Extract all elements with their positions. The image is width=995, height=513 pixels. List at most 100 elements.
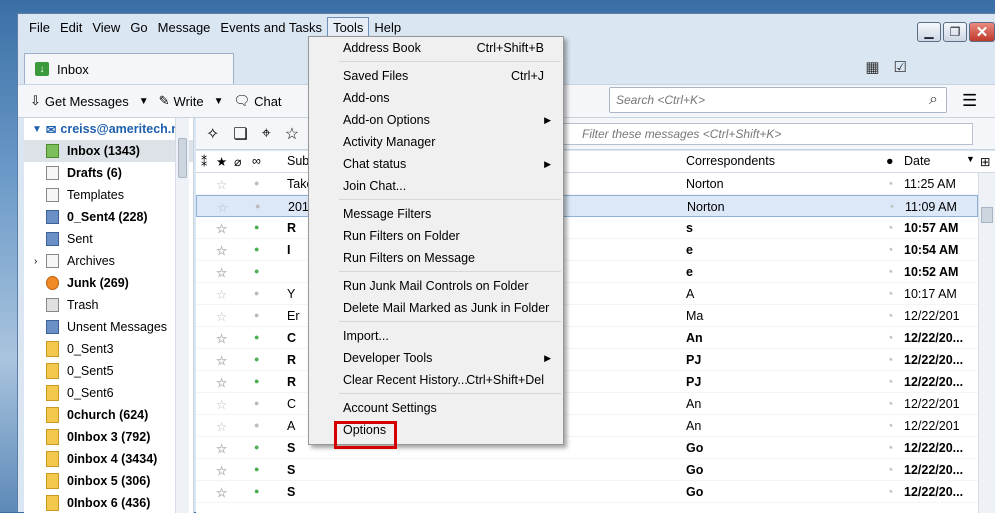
read-status-icon[interactable]: ● — [254, 354, 259, 364]
star-icon[interactable]: ☆ — [216, 287, 227, 302]
close-button[interactable]: ✕ — [969, 22, 995, 42]
junk-status-icon[interactable]: ◔ — [886, 177, 894, 191]
pin-icon[interactable]: ✧ — [206, 124, 219, 144]
folder-item[interactable]: 0_Sent3 — [24, 338, 193, 360]
star-icon[interactable]: ☆ — [216, 309, 227, 324]
read-status-icon[interactable]: ● — [254, 244, 259, 254]
star-icon[interactable]: ☆ — [216, 265, 227, 280]
star-icon[interactable]: ☆ — [216, 243, 227, 258]
star-filter-icon[interactable]: ☆ — [285, 124, 299, 144]
tasks-icon[interactable]: ☑ — [894, 58, 907, 76]
menu-item-delete-mail-marked-as-junk-in-folder[interactable]: Delete Mail Marked as Junk in Folder — [309, 297, 563, 319]
star-icon[interactable]: ☆ — [216, 485, 227, 500]
read-column-icon[interactable]: ∞ — [252, 154, 261, 168]
date-column-header[interactable]: Date — [904, 154, 930, 168]
thread-column-icon[interactable]: ⁑ — [201, 154, 207, 169]
star-column-icon[interactable]: ★ — [216, 154, 227, 169]
search-icon[interactable]: ⌕ — [929, 91, 938, 109]
read-status-icon[interactable]: ● — [254, 310, 259, 320]
read-status-icon[interactable]: ● — [254, 464, 259, 474]
read-status-icon[interactable]: ● — [254, 420, 259, 430]
menu-go[interactable]: Go — [125, 18, 152, 37]
menu-item-clear-recent-history[interactable]: Clear Recent History... Ctrl+Shift+Del — [309, 369, 563, 391]
star-icon[interactable]: ☆ — [216, 397, 227, 412]
junk-status-icon[interactable]: ◔ — [886, 463, 894, 477]
folder-item[interactable]: 0_Sent4 (228) — [24, 206, 193, 228]
folder-item[interactable]: 0church (624) — [24, 404, 193, 426]
star-icon[interactable]: ☆ — [216, 221, 227, 236]
menu-item-run-filters-on-message[interactable]: Run Filters on Message — [309, 247, 563, 269]
junk-status-icon[interactable]: ◔ — [886, 265, 894, 279]
menu-events-and-tasks[interactable]: Events and Tasks — [215, 18, 327, 37]
menu-item-activity-manager[interactable]: Activity Manager — [309, 131, 563, 153]
get-messages-button[interactable]: ⇩ Get Messages — [30, 93, 129, 109]
bookmark-icon[interactable]: ⌖ — [262, 125, 271, 143]
junk-status-icon[interactable]: ◔ — [886, 353, 894, 367]
menu-item-chat-status[interactable]: Chat status ▶ — [309, 153, 563, 175]
folder-item[interactable]: Unsent Messages — [24, 316, 193, 338]
junk-status-icon[interactable]: ◔ — [886, 331, 894, 345]
star-icon[interactable]: ☆ — [216, 353, 227, 368]
star-icon[interactable]: ☆ — [216, 419, 227, 434]
search-input[interactable]: Search <Ctrl+K> ⌕ — [609, 87, 947, 113]
read-status-icon[interactable]: ● — [254, 266, 259, 276]
column-picker-icon[interactable]: ⊞ — [980, 154, 990, 169]
star-icon[interactable]: ☆ — [217, 200, 228, 215]
folder-item[interactable]: Junk (269) — [24, 272, 193, 294]
write-dropdown[interactable]: ▼ — [214, 96, 224, 107]
attachment-column-icon[interactable]: ⌀ — [234, 154, 242, 169]
folder-item[interactable]: 0inbox 4 (3434) — [24, 448, 193, 470]
expand-icon[interactable]: › — [34, 256, 37, 267]
maximize-button[interactable]: ❐ — [943, 22, 967, 42]
folder-item[interactable]: 0_Sent5 — [24, 360, 193, 382]
write-button[interactable]: ✎ Write — [159, 93, 204, 109]
folder-item[interactable]: › Archives — [24, 250, 193, 272]
menu-item-join-chat[interactable]: Join Chat... — [309, 175, 563, 197]
scroll-thumb[interactable] — [178, 138, 187, 178]
junk-status-icon[interactable]: ◔ — [886, 485, 894, 499]
menu-tools[interactable]: Tools — [327, 16, 370, 38]
chat-button[interactable]: 🗨 Chat — [234, 93, 282, 109]
calendar-icon[interactable]: ▦ — [865, 58, 879, 76]
read-status-icon[interactable]: ● — [254, 442, 259, 452]
menu-edit[interactable]: Edit — [55, 18, 87, 37]
folder-scrollbar[interactable] — [175, 118, 189, 513]
star-icon[interactable]: ☆ — [216, 375, 227, 390]
menu-item-message-filters[interactable]: Message Filters — [309, 203, 563, 225]
menu-file[interactable]: File — [24, 18, 55, 37]
star-icon[interactable]: ☆ — [216, 331, 227, 346]
menu-item-add-on-options[interactable]: Add-on Options ▶ — [309, 109, 563, 131]
junk-status-icon[interactable]: ◔ — [886, 397, 894, 411]
menu-item-saved-files[interactable]: Saved Files Ctrl+J — [309, 65, 563, 87]
read-status-icon[interactable]: ● — [254, 332, 259, 342]
folder-item[interactable]: 0_Sent6 — [24, 382, 193, 404]
menu-item-address-book[interactable]: Address Book Ctrl+Shift+B — [309, 37, 563, 59]
star-icon[interactable]: ☆ — [216, 441, 227, 456]
star-icon[interactable]: ☆ — [216, 177, 227, 192]
junk-status-icon[interactable]: ◔ — [886, 419, 894, 433]
junk-status-icon[interactable]: ◔ — [886, 221, 894, 235]
get-messages-dropdown[interactable]: ▼ — [139, 96, 149, 107]
folder-item[interactable]: Templates — [24, 184, 193, 206]
read-status-icon[interactable]: ● — [254, 398, 259, 408]
junk-status-icon[interactable]: ◔ — [886, 375, 894, 389]
menu-help[interactable]: Help — [369, 18, 406, 37]
menu-item-add-ons[interactable]: Add-ons — [309, 87, 563, 109]
junk-status-icon[interactable]: ◔ — [887, 200, 895, 214]
star-icon[interactable]: ☆ — [216, 463, 227, 478]
folder-item[interactable]: 0Inbox 3 (792) — [24, 426, 193, 448]
sort-chevron-icon[interactable]: ▼ — [966, 154, 975, 164]
folder-item[interactable]: Inbox (1343) — [24, 140, 193, 162]
folder-item[interactable]: 0Inbox 6 (436) — [24, 492, 193, 513]
expand-icon[interactable]: ▼ — [32, 124, 42, 135]
read-status-icon[interactable]: ● — [254, 288, 259, 298]
read-status-icon[interactable]: ● — [254, 178, 259, 188]
read-status-icon[interactable]: ● — [254, 222, 259, 232]
junk-status-icon[interactable]: ◔ — [886, 441, 894, 455]
unread-filter-icon[interactable]: ❏ — [233, 124, 247, 144]
menu-item-run-junk-mail-controls-on-folder[interactable]: Run Junk Mail Controls on Folder — [309, 275, 563, 297]
menu-item-import[interactable]: Import... — [309, 325, 563, 347]
tab-inbox[interactable]: ↓ Inbox — [24, 53, 234, 84]
message-row[interactable]: ☆ ● S Go ◔ 12/22/20... — [196, 481, 978, 503]
correspondents-column-header[interactable]: Correspondents — [686, 154, 775, 168]
